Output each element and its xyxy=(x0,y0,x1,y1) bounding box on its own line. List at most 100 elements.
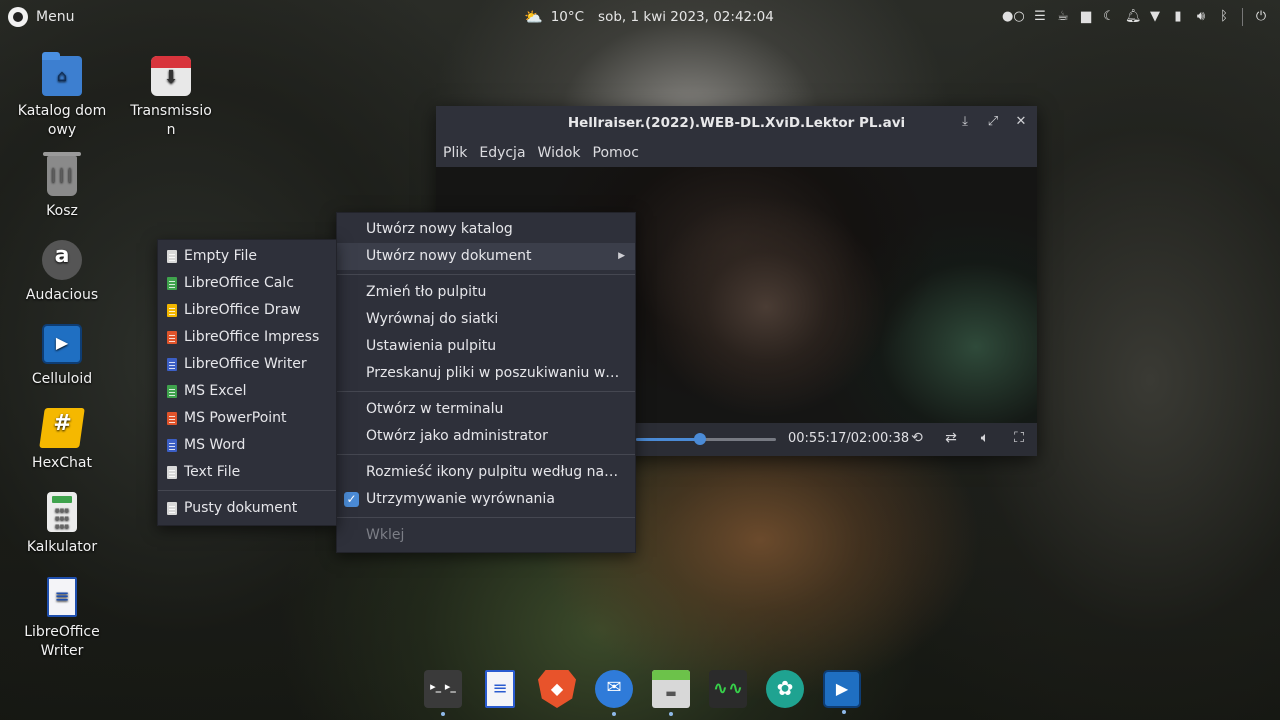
celluloid-icon xyxy=(42,324,82,364)
maximize-icon[interactable]: ⤢ xyxy=(985,114,1001,129)
menu-separator xyxy=(337,391,635,392)
power-icon[interactable]: ⏻ xyxy=(1254,8,1268,26)
datetime: sob, 1 kwi 2023, 02:42:04 xyxy=(598,9,774,25)
list-icon[interactable]: ☰ xyxy=(1033,8,1047,26)
top-panel: Menu ⛅ 10°C sob, 1 kwi 2023, 02:42:04 ●○… xyxy=(0,0,1280,34)
night-mode-icon[interactable]: ☾ xyxy=(1102,8,1116,26)
loop-icon[interactable]: ⟲ xyxy=(907,430,927,446)
submenu-label: Pusty dokument xyxy=(184,500,298,516)
thunderbird-icon[interactable] xyxy=(595,670,633,716)
seek-fill xyxy=(636,438,701,441)
submenu-item-libreoffice-draw[interactable]: LibreOffice Draw xyxy=(158,297,336,324)
wifi-icon[interactable]: ▼ xyxy=(1148,8,1162,26)
desk-icon-celluloid[interactable]: Celluloid xyxy=(17,324,107,389)
menu-item-align-grid[interactable]: Wyrównaj do siatki xyxy=(337,306,635,333)
menu-button[interactable]: Menu xyxy=(8,7,74,27)
submenu-item-ms-excel[interactable]: MS Excel xyxy=(158,378,336,405)
submenu-item-text-file[interactable]: Text File xyxy=(158,459,336,486)
close-icon[interactable]: ✕ xyxy=(1013,114,1029,129)
running-indicator xyxy=(441,712,445,716)
menu-item-label: Utrzymywanie wyrównania xyxy=(366,491,555,507)
menu-item-virus-scan[interactable]: Przeskanuj pliki w poszukiwaniu wirusów xyxy=(337,360,635,387)
menu-edycja[interactable]: Edycja xyxy=(474,145,530,161)
running-indicator xyxy=(842,710,846,714)
window-titlebar[interactable]: Hellraiser.(2022).WEB-DL.XviD.Lektor PL.… xyxy=(436,106,1037,139)
menu-item-change-wallpaper[interactable]: Zmień tło pulpitu xyxy=(337,279,635,306)
libreoffice-writer-icon[interactable] xyxy=(485,670,515,708)
submenu-item-libreoffice-impress[interactable]: LibreOffice Impress xyxy=(158,324,336,351)
brave-browser-icon[interactable] xyxy=(538,670,576,708)
submenu-label: Text File xyxy=(184,464,241,480)
document-icon xyxy=(167,358,177,371)
spreadsheet-icon xyxy=(167,277,177,290)
submenu-label: LibreOffice Impress xyxy=(184,329,320,345)
workspace-dots-icon[interactable]: ●○ xyxy=(1002,8,1025,26)
menu-item-keep-aligned[interactable]: ✓ Utrzymywanie wyrównania xyxy=(337,486,635,513)
submenu-label: MS Word xyxy=(184,437,246,453)
text-file-icon xyxy=(167,502,177,515)
text-file-icon xyxy=(167,250,177,263)
libreoffice-writer-icon xyxy=(47,577,77,617)
menu-item-paste: Wklej xyxy=(366,527,405,543)
desk-icon-hexchat[interactable]: HexChat xyxy=(17,408,107,473)
submenu-item-empty-file[interactable]: Empty File xyxy=(158,243,336,270)
shuffle-icon[interactable]: ⇄ xyxy=(941,430,961,446)
seek-handle[interactable] xyxy=(694,433,707,445)
menu-item-arrange-by-name[interactable]: Rozmieść ikony pulpitu według nazw plikó… xyxy=(337,459,635,486)
submenu-item-ms-word[interactable]: MS Word xyxy=(158,432,336,459)
submenu-item-ms-powerpoint[interactable]: MS PowerPoint xyxy=(158,405,336,432)
desk-icon-label: Katalog domowy xyxy=(17,103,107,138)
menu-pomoc[interactable]: Pomoc xyxy=(588,145,644,161)
desk-icon-calculator[interactable]: Kalkulator xyxy=(17,492,107,557)
menu-item-open-as-admin[interactable]: Otwórz jako administrator xyxy=(337,423,635,450)
battery-icon[interactable]: ▮ xyxy=(1171,8,1185,26)
menu-separator xyxy=(337,274,635,275)
minimize-icon[interactable]: ⤓ xyxy=(957,114,973,129)
celluloid-icon[interactable] xyxy=(823,670,861,714)
volume-icon[interactable]: 🔈︎ xyxy=(975,430,995,446)
submenu-label: Empty File xyxy=(184,248,258,264)
running-indicator xyxy=(669,712,673,716)
clock-area[interactable]: ⛅ 10°C sob, 1 kwi 2023, 02:42:04 xyxy=(524,8,774,26)
shutter-icon[interactable] xyxy=(766,670,804,708)
desk-icon-trash[interactable]: Kosz xyxy=(17,152,107,221)
desk-icon-label: Kosz xyxy=(46,203,78,219)
tray-separator xyxy=(1242,8,1243,26)
desk-icon-label: Audacious xyxy=(25,287,99,303)
desk-icon-home[interactable]: Katalog domowy xyxy=(17,52,107,140)
terminal-icon[interactable] xyxy=(424,670,462,716)
file-manager-icon[interactable] xyxy=(652,670,690,716)
menu-item-open-terminal[interactable]: Otwórz w terminalu xyxy=(337,396,635,423)
desk-icon-label: Kalkulator xyxy=(26,539,98,555)
desk-icon-audacious[interactable]: Audacious xyxy=(17,240,107,305)
cup-icon[interactable]: ☕ xyxy=(1056,8,1070,26)
seek-bar[interactable] xyxy=(636,433,776,445)
menu-plik[interactable]: Plik xyxy=(438,145,472,161)
submenu-item-empty-document[interactable]: Pusty dokument xyxy=(158,495,336,522)
menu-item-new-document[interactable]: Utwórz nowy dokument ▶ xyxy=(337,243,635,270)
folder-icon[interactable]: ▆ xyxy=(1079,8,1093,26)
presentation-icon xyxy=(167,412,177,425)
desk-icon-label: LibreOffice Writer xyxy=(24,624,100,659)
weather-temp: 10°C xyxy=(550,9,585,25)
desk-icon-writer[interactable]: LibreOffice Writer xyxy=(17,577,107,661)
volume-icon[interactable]: 🔊︎ xyxy=(1194,8,1208,26)
checkmark-icon: ✓ xyxy=(344,492,359,507)
bluetooth-icon[interactable]: ᛒ xyxy=(1217,8,1231,26)
bell-icon[interactable]: 🔔︎ xyxy=(1125,8,1142,26)
fullscreen-icon[interactable]: ⛶ xyxy=(1009,430,1029,446)
menu-widok[interactable]: Widok xyxy=(533,145,586,161)
system-monitor-icon[interactable] xyxy=(709,670,747,708)
dock xyxy=(414,664,871,716)
transmission-icon xyxy=(151,56,191,96)
menu-item-new-folder[interactable]: Utwórz nowy katalog xyxy=(337,216,635,243)
menu-separator xyxy=(158,490,336,491)
distro-logo-icon xyxy=(8,7,28,27)
submenu-item-libreoffice-calc[interactable]: LibreOffice Calc xyxy=(158,270,336,297)
menu-item-label: Utwórz nowy dokument xyxy=(366,248,532,264)
menu-separator xyxy=(337,517,635,518)
submenu-item-libreoffice-writer[interactable]: LibreOffice Writer xyxy=(158,351,336,378)
desk-icon-label: Transmission xyxy=(130,103,212,138)
menu-item-desktop-settings[interactable]: Ustawienia pulpitu xyxy=(337,333,635,360)
desk-icon-transmission[interactable]: Transmission xyxy=(126,56,216,140)
